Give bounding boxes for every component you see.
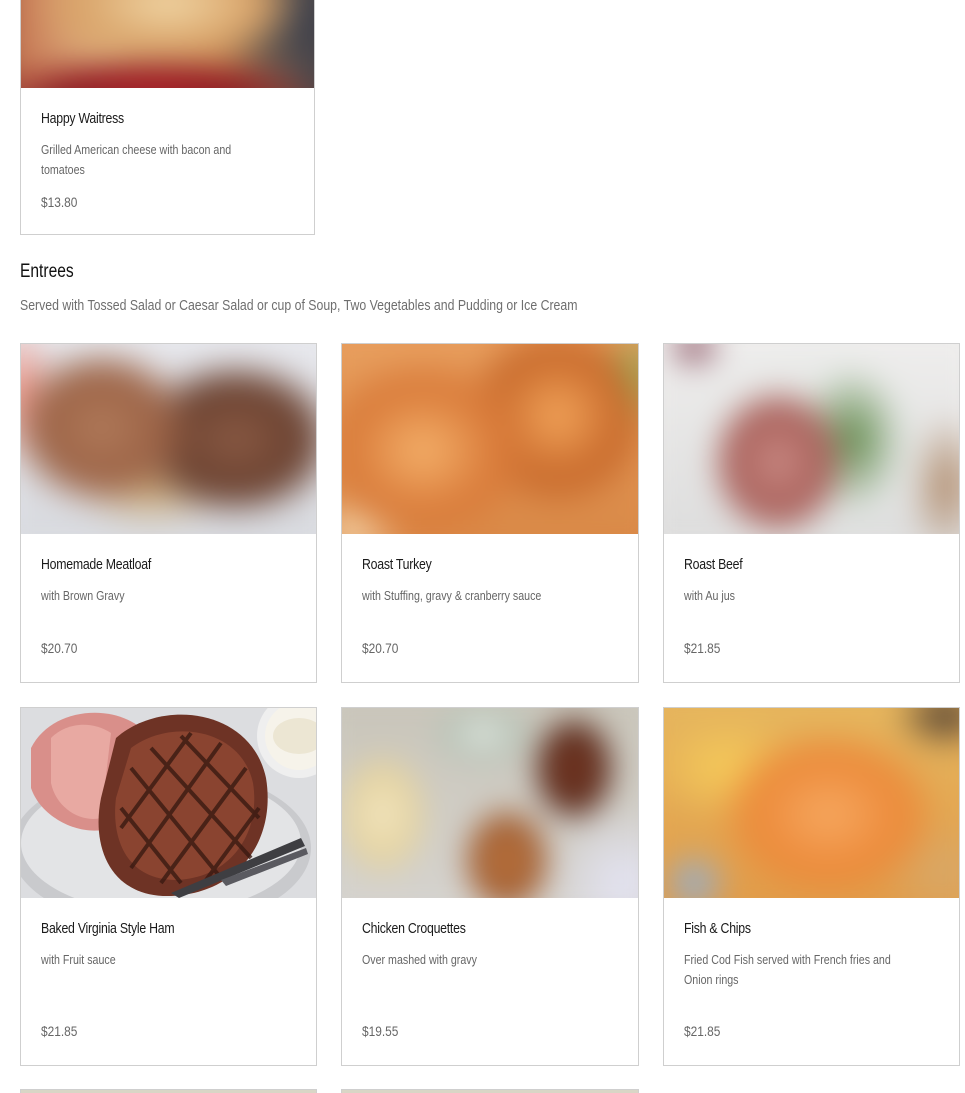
- menu-item-card-baked-ham[interactable]: Baked Virginia Style Ham with Fruit sauc…: [20, 707, 317, 1066]
- item-description: Over mashed with gravy: [362, 952, 477, 967]
- item-name: Chicken Croquettes: [362, 920, 466, 937]
- item-name: Homemade Meatloaf: [41, 556, 151, 573]
- food-photo: [342, 344, 638, 534]
- item-price: $21.85: [41, 1023, 78, 1039]
- item-description: with Au jus: [684, 588, 735, 603]
- item-price: $20.70: [362, 640, 399, 656]
- food-photo: [21, 344, 316, 534]
- item-price: $20.70: [41, 640, 78, 656]
- food-photo: [664, 344, 959, 534]
- item-name: Roast Turkey: [362, 556, 432, 573]
- menu-item-card-chicken-croquettes[interactable]: Chicken Croquettes Over mashed with grav…: [341, 707, 639, 1066]
- item-price: $21.85: [684, 640, 721, 656]
- item-price: $21.85: [684, 1023, 721, 1039]
- item-name: Baked Virginia Style Ham: [41, 920, 175, 937]
- item-name: Fish & Chips: [684, 920, 751, 937]
- item-price: $19.55: [362, 1023, 399, 1039]
- item-name: Happy Waitress: [41, 110, 124, 127]
- item-name: Roast Beef: [684, 556, 743, 573]
- menu-item-card-partial[interactable]: [341, 1089, 639, 1093]
- menu-item-card-roast-turkey[interactable]: Roast Turkey with Stuffing, gravy & cran…: [341, 343, 639, 683]
- menu-item-card-partial[interactable]: [20, 1089, 317, 1093]
- food-photo: [342, 708, 638, 898]
- menu-item-card-fish-chips[interactable]: Fish & Chips Fried Cod Fish served with …: [663, 707, 960, 1066]
- ham-photo: [21, 708, 316, 898]
- food-photo: [21, 708, 316, 898]
- item-price: $13.80: [41, 194, 78, 210]
- section-subtitle: Served with Tossed Salad or Caesar Salad…: [20, 297, 578, 314]
- item-description: with Stuffing, gravy & cranberry sauce: [362, 588, 542, 603]
- item-description: with Fruit sauce: [41, 952, 116, 967]
- food-photo: [664, 708, 959, 898]
- food-photo: [21, 0, 314, 88]
- menu-item-card-happy-waitress[interactable]: Happy Waitress Grilled American cheese w…: [20, 0, 315, 235]
- menu-item-card-meatloaf[interactable]: Homemade Meatloaf with Brown Gravy $20.7…: [20, 343, 317, 683]
- item-description: with Brown Gravy: [41, 588, 125, 603]
- section-title: Entrees: [20, 261, 74, 282]
- item-description: Fried Cod Fish served with French fries …: [684, 952, 891, 987]
- item-description: Grilled American cheese with bacon and t…: [41, 142, 232, 177]
- menu-item-card-roast-beef[interactable]: Roast Beef with Au jus $21.85: [663, 343, 960, 683]
